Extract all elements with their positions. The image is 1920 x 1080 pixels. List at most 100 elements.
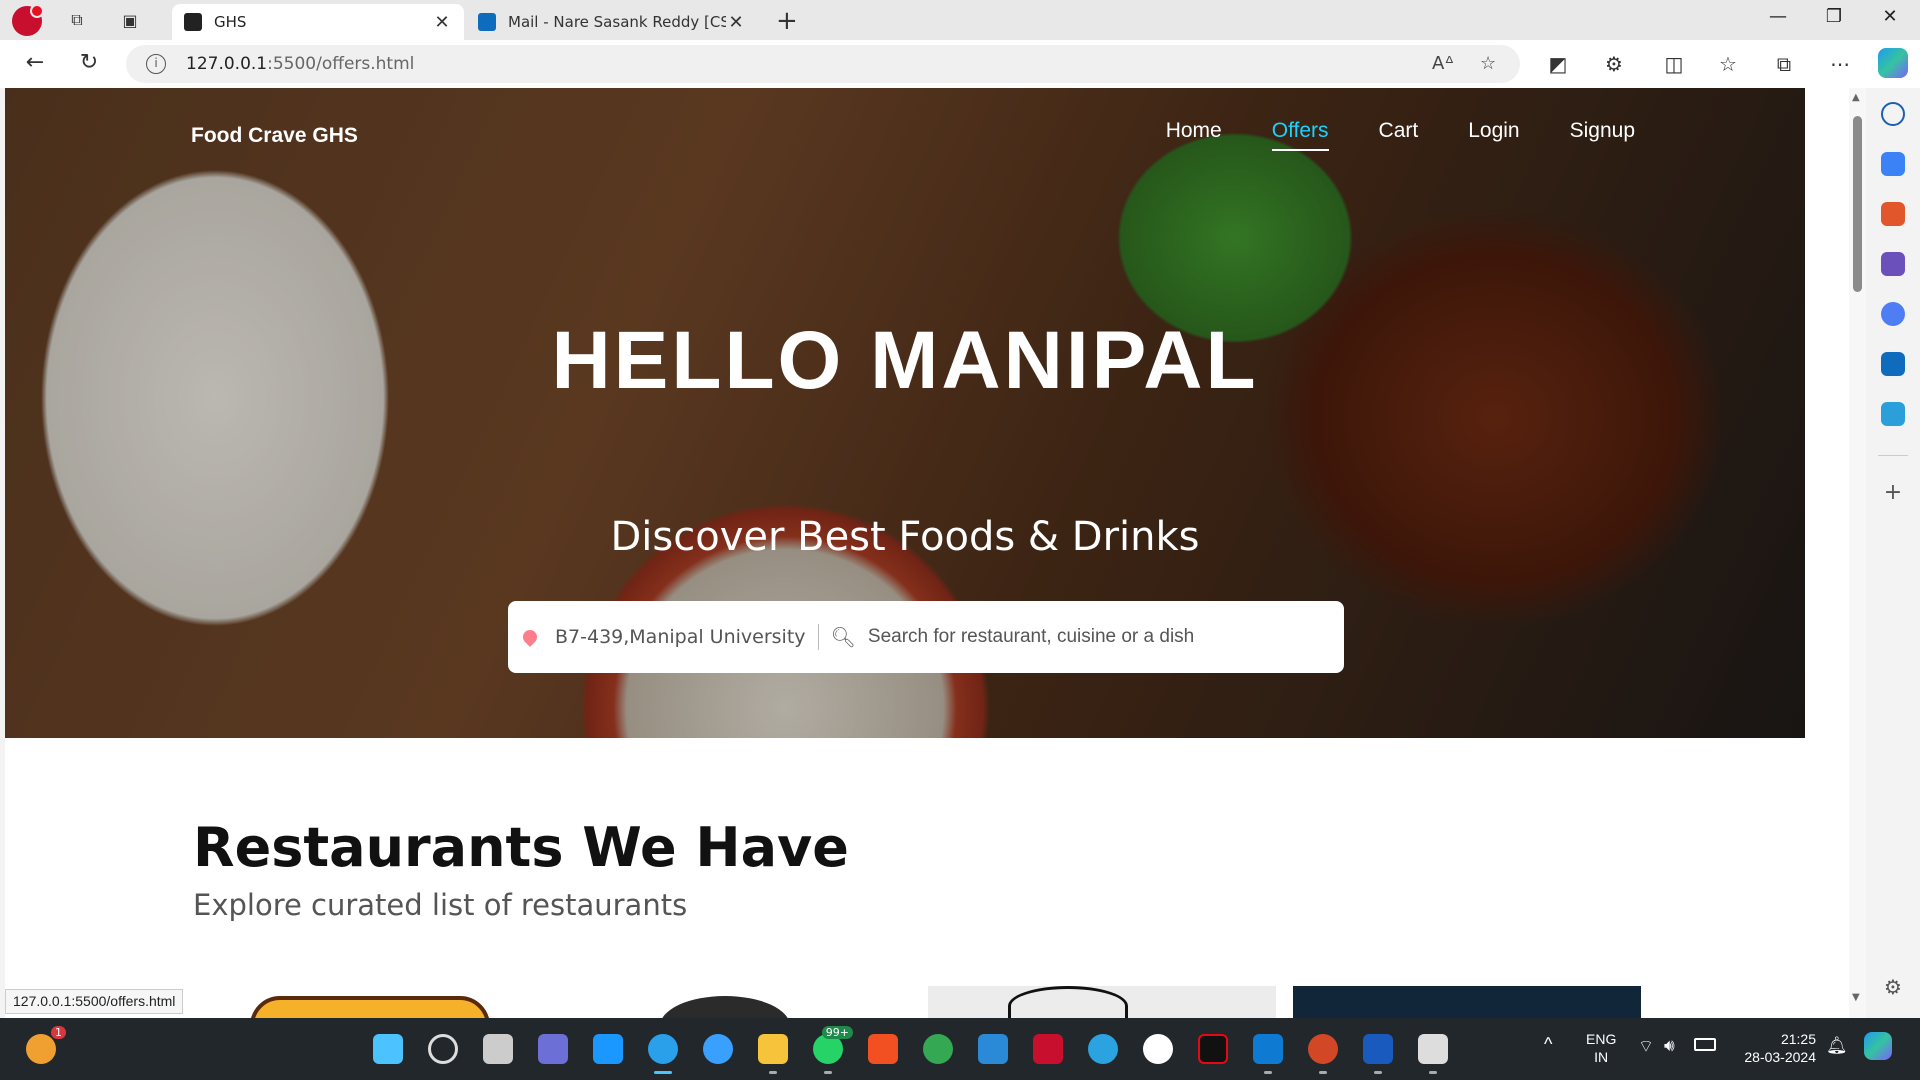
location-pin-icon <box>520 627 540 647</box>
back-icon[interactable]: ← <box>20 50 50 75</box>
prime-video-icon[interactable] <box>593 1034 623 1064</box>
vscode-icon[interactable] <box>1253 1034 1283 1074</box>
extensions-icon[interactable]: ⚙ <box>1600 52 1628 76</box>
volume-icon[interactable]: 🔊︎ <box>1664 1036 1675 1056</box>
sidebar-divider <box>1878 455 1908 456</box>
url-path: :5500/offers.html <box>267 54 415 74</box>
page-viewport: Food Crave GHS Home Offers Cart Login Si… <box>5 88 1849 1018</box>
location-text[interactable]: B7-439,Manipal University <box>555 626 806 648</box>
powerpoint-icon[interactable] <box>1308 1034 1338 1074</box>
tab-title: Mail - Nare Sasank Reddy [CSE - <box>508 13 726 31</box>
shopping-icon[interactable] <box>1881 152 1905 176</box>
word-icon[interactable] <box>1363 1034 1393 1074</box>
task-view-icon[interactable] <box>483 1034 513 1064</box>
outlook-icon[interactable] <box>1881 352 1905 376</box>
nav-home[interactable]: Home <box>1166 119 1222 151</box>
drop-icon[interactable] <box>1881 402 1905 426</box>
whatsapp-icon[interactable]: 99+ <box>813 1026 853 1074</box>
region-code: IN <box>1594 1049 1609 1065</box>
sidebar-settings-icon[interactable]: ⚙ <box>1881 976 1905 1000</box>
language-indicator[interactable]: ENG IN <box>1586 1030 1616 1066</box>
search-bar: B7-439,Manipal University 🔍︎ <box>508 601 1344 673</box>
search-icon[interactable] <box>428 1034 458 1064</box>
restaurant-card[interactable] <box>928 986 1276 1018</box>
battery-icon[interactable] <box>1694 1038 1716 1051</box>
restaurant-card[interactable] <box>190 986 538 1018</box>
hero-banner: Food Crave GHS Home Offers Cart Login Si… <box>5 88 1805 738</box>
workspaces-icon[interactable]: ⧉ <box>64 8 90 32</box>
tab-title: GHS <box>214 13 247 31</box>
minimize-button[interactable]: — <box>1750 6 1806 27</box>
close-tab-icon[interactable]: ✕ <box>726 12 746 33</box>
language-code: ENG <box>1586 1031 1617 1047</box>
nav-cart[interactable]: Cart <box>1379 119 1419 151</box>
start-icon[interactable] <box>373 1034 403 1064</box>
scroll-up-icon[interactable]: ▲ <box>1852 92 1860 103</box>
windows-taskbar: 1 99+ ^ ENG IN ⌔ 🔊︎ 21:25 28-03-2024 🔔︎ <box>0 1018 1920 1080</box>
favorites-icon[interactable]: ☆ <box>1714 52 1742 76</box>
new-tab-button[interactable]: + <box>776 6 798 36</box>
help-icon[interactable] <box>703 1034 733 1064</box>
tab-mail[interactable]: Mail - Nare Sasank Reddy [CSE - ✕ <box>466 4 758 40</box>
tray-overflow-icon[interactable]: ^ <box>1544 1034 1552 1055</box>
search-icon: 🔍︎ <box>830 625 856 649</box>
restore-button[interactable]: ❐ <box>1806 6 1862 27</box>
games-icon[interactable] <box>1881 252 1905 276</box>
weather-widget-icon[interactable]: 1 <box>26 1026 66 1064</box>
browser-toolbar: ← ↻ i 127.0.0.1:5500/offers.html Aᐞ ☆ ◩ … <box>0 40 1920 88</box>
whatsapp-badge: 99+ <box>821 1026 853 1039</box>
split-screen-icon[interactable]: ◫ <box>1660 52 1688 76</box>
teams-chat-icon[interactable] <box>538 1034 568 1064</box>
top-navigation: Home Offers Cart Login Signup <box>1166 119 1635 151</box>
section-subtitle: Explore curated list of restaurants <box>193 888 688 922</box>
hero-title: HELLO MANIPAL <box>551 315 1259 406</box>
close-window-button[interactable]: ✕ <box>1862 6 1918 27</box>
notifications-bell-icon[interactable]: 🔔︎ <box>1826 1036 1848 1056</box>
mcafee-icon[interactable] <box>1033 1034 1063 1064</box>
snipping-tool-icon[interactable] <box>1418 1034 1448 1074</box>
refresh-icon[interactable]: ↻ <box>74 50 104 75</box>
edge-icon[interactable] <box>648 1034 678 1074</box>
search-sidebar-icon[interactable] <box>1881 102 1905 126</box>
copilot-icon[interactable] <box>1878 48 1908 78</box>
app-w-icon[interactable] <box>1143 1034 1173 1064</box>
wifi-icon[interactable]: ⌔ <box>1638 1036 1654 1057</box>
chrome-icon[interactable] <box>923 1034 953 1064</box>
collections-icon[interactable]: ◩ <box>1544 52 1572 76</box>
search-input[interactable] <box>867 626 1344 648</box>
nav-offers[interactable]: Offers <box>1271 119 1329 151</box>
tab-actions-icon[interactable]: ▣ <box>117 8 143 32</box>
favorite-star-icon[interactable]: ☆ <box>1480 53 1496 74</box>
clock-time: 21:25 <box>1780 1031 1816 1047</box>
myhp-icon[interactable] <box>978 1034 1008 1064</box>
microsoft-365-icon[interactable] <box>1881 302 1905 326</box>
edge-sidebar: + ⚙ <box>1866 88 1920 1018</box>
tab-ghs[interactable]: GHS ✕ <box>172 4 464 40</box>
address-bar[interactable]: i 127.0.0.1:5500/offers.html Aᐞ ☆ <box>126 45 1520 83</box>
collections-stack-icon[interactable]: ⧉ <box>1770 52 1798 76</box>
site-info-icon[interactable]: i <box>146 54 166 74</box>
restaurant-card[interactable] <box>1293 986 1641 1018</box>
nav-signup[interactable]: Signup <box>1570 119 1635 151</box>
netflix-icon[interactable] <box>1198 1034 1228 1064</box>
close-tab-icon[interactable]: ✕ <box>432 12 452 33</box>
telegram-icon[interactable] <box>1088 1034 1118 1064</box>
page-scrollbar[interactable]: ▲ ▼ <box>1849 88 1866 1018</box>
scroll-thumb[interactable] <box>1853 116 1862 292</box>
read-aloud-icon[interactable]: Aᐞ <box>1432 53 1454 74</box>
copilot-taskbar-icon[interactable] <box>1864 1032 1892 1060</box>
tools-icon[interactable] <box>1881 202 1905 226</box>
url-host: 127.0.0.1 <box>186 54 268 74</box>
profile-avatar[interactable] <box>12 4 44 36</box>
restaurant-card[interactable] <box>550 986 898 1018</box>
section-title: Restaurants We Have <box>193 816 849 879</box>
brand-logo[interactable]: Food Crave GHS <box>191 124 358 148</box>
clock[interactable]: 21:25 28-03-2024 <box>1736 1030 1816 1066</box>
add-sidebar-icon[interactable]: + <box>1881 482 1905 506</box>
microsoft-store-icon[interactable] <box>868 1034 898 1064</box>
nav-login[interactable]: Login <box>1468 119 1519 151</box>
more-menu-icon[interactable]: ⋯ <box>1826 52 1854 76</box>
file-explorer-icon[interactable] <box>758 1034 788 1074</box>
hero-subtitle: Discover Best Foods & Drinks <box>610 514 1200 560</box>
scroll-down-icon[interactable]: ▼ <box>1852 992 1860 1003</box>
